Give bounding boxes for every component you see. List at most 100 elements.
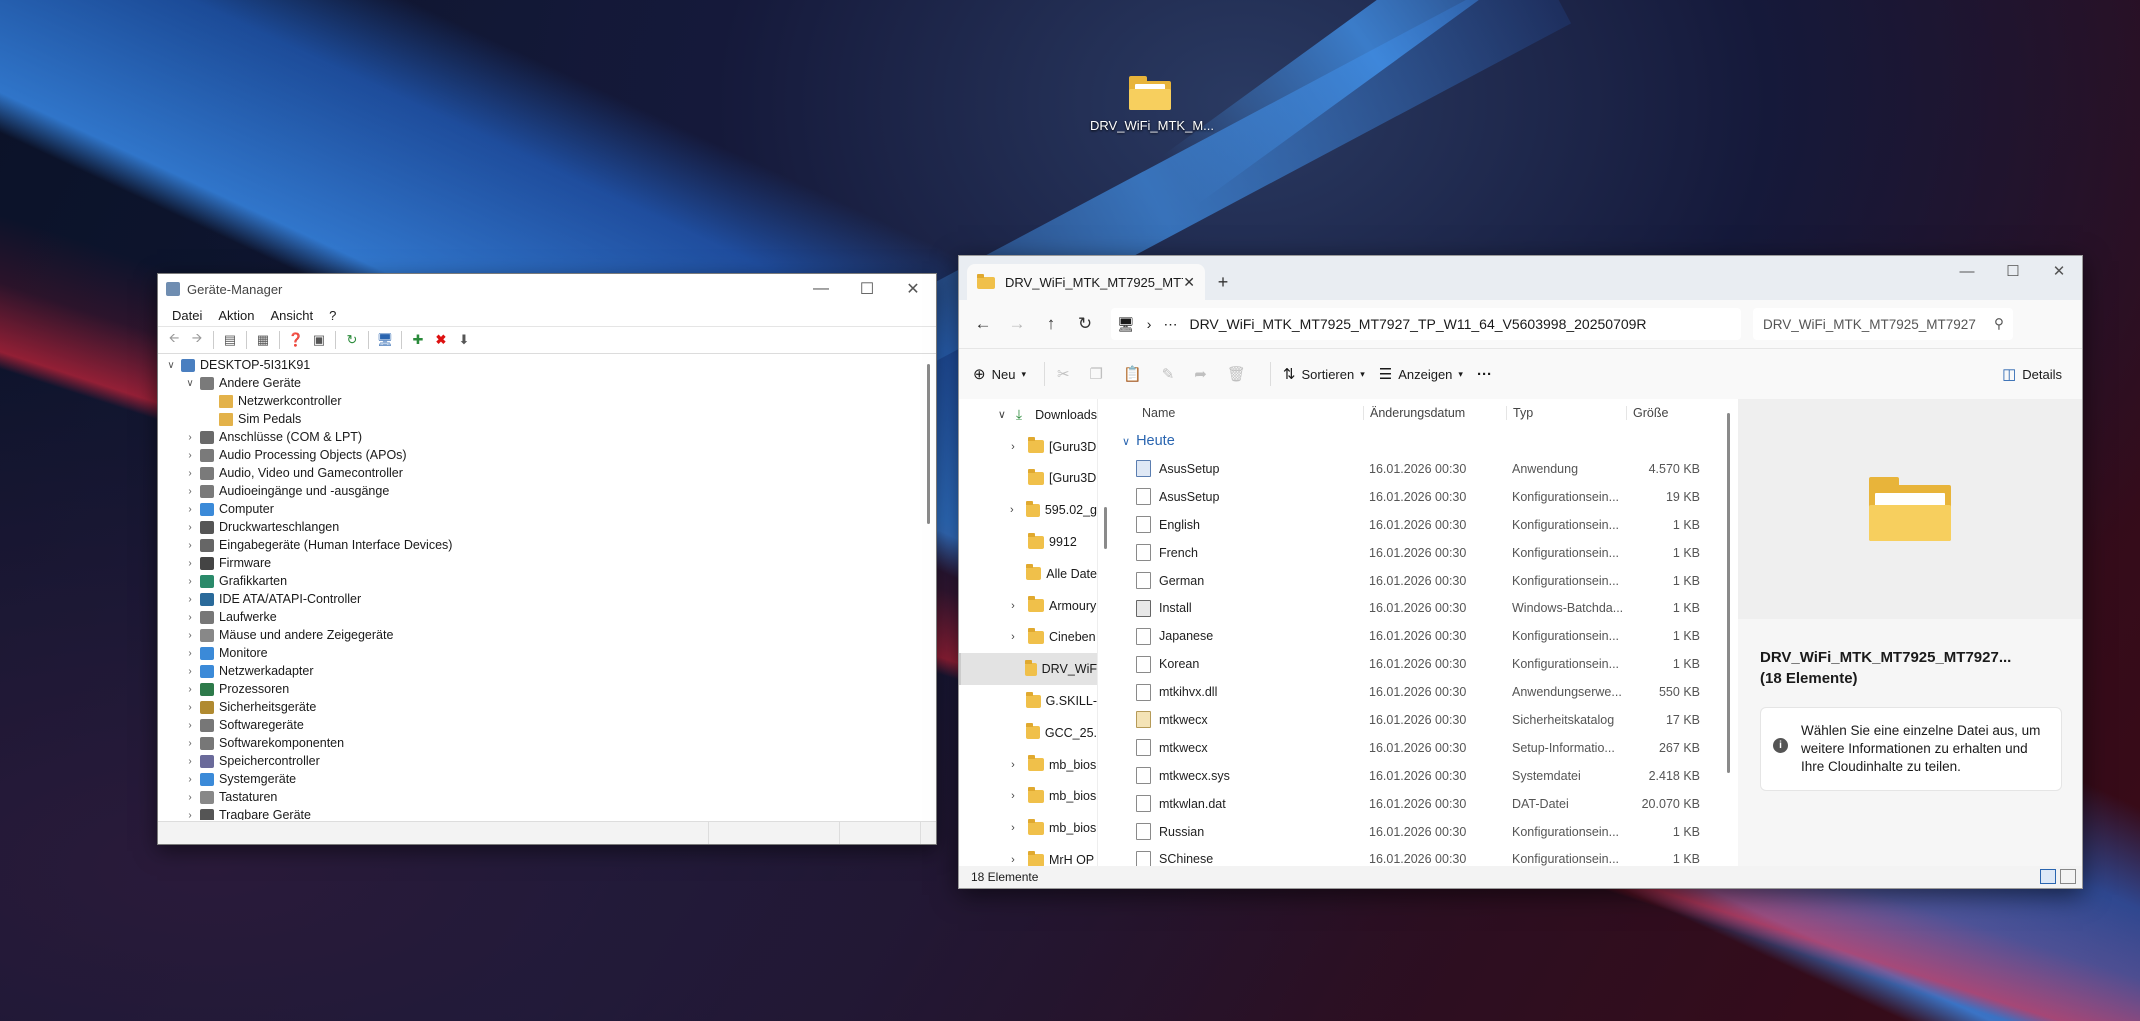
chevron-right-icon[interactable]: › xyxy=(183,594,197,605)
file-list-scrollbar[interactable] xyxy=(1727,413,1730,773)
chevron-right-icon[interactable]: › xyxy=(183,648,197,659)
chevron-right-icon[interactable]: › xyxy=(1003,854,1023,866)
delete-icon[interactable]: 🗑 xyxy=(1227,365,1252,383)
nav-item[interactable]: ∨ ⤓ Downloads xyxy=(959,399,1097,431)
share-icon[interactable]: ➦ xyxy=(1194,365,1213,383)
menu-ansicht[interactable]: Ansicht xyxy=(263,308,322,323)
device-tree-item[interactable]: › Eingabegeräte (Human Interface Devices) xyxy=(158,536,936,554)
chevron-right-icon[interactable]: › xyxy=(1003,600,1023,612)
chevron-down-icon[interactable]: ∨ xyxy=(183,378,197,389)
device-tree-item[interactable]: › Sicherheitsgeräte xyxy=(158,698,936,716)
file-row[interactable]: German 16.01.2026 00:30 Konfigurationsein.… xyxy=(1116,567,1726,595)
chevron-right-icon[interactable]: › xyxy=(183,576,197,587)
file-row[interactable]: mtkwlan.dat 16.01.2026 00:30 DAT-Datei 20.0… xyxy=(1116,790,1726,818)
list-view-icon[interactable]: ▦ xyxy=(253,330,273,350)
details-button[interactable]: ◫ Details xyxy=(2002,365,2062,383)
file-row[interactable]: mtkwecx 16.01.2026 00:30 Sicherheitskatalo… xyxy=(1116,706,1726,734)
device-tree-item[interactable]: › Softwaregeräte xyxy=(158,716,936,734)
tiles-view-icon[interactable] xyxy=(2060,869,2076,884)
menu-aktion[interactable]: Aktion xyxy=(210,308,262,323)
forward-arrow-icon[interactable]: → xyxy=(1001,308,1033,340)
nav-item[interactable]: › mb_bios xyxy=(959,749,1097,781)
file-row[interactable]: Korean 16.01.2026 00:30 Konfigurationsein.… xyxy=(1116,650,1726,678)
chevron-right-icon[interactable]: › xyxy=(1003,790,1023,802)
new-tab-button[interactable]: + xyxy=(1205,264,1241,300)
chevron-right-icon[interactable]: › xyxy=(183,486,197,497)
maximize-button[interactable]: ☐ xyxy=(844,274,890,304)
file-row[interactable]: mtkihvx.dll 16.01.2026 00:30 Anwendungserw… xyxy=(1116,678,1726,706)
breadcrumb-more-icon[interactable]: ⋯ xyxy=(1157,316,1183,333)
chevron-right-icon[interactable]: › xyxy=(183,756,197,767)
file-row[interactable]: mtkwecx 16.01.2026 00:30 Setup-Informatio.… xyxy=(1116,734,1726,762)
sort-button[interactable]: ⇅ Sortieren ▾ xyxy=(1283,365,1365,383)
nav-item[interactable]: › [Guru3D xyxy=(959,431,1097,463)
column-type[interactable]: Typ xyxy=(1506,406,1626,420)
download-circle-icon[interactable]: ⬇ xyxy=(454,330,474,350)
nav-item[interactable]: Alle Date xyxy=(959,558,1097,590)
back-arrow-icon[interactable]: 🡨 xyxy=(164,330,184,350)
device-tree-item[interactable]: › Prozessoren xyxy=(158,680,936,698)
nav-item[interactable]: › MrH OP xyxy=(959,844,1097,866)
chevron-right-icon[interactable]: › xyxy=(1003,441,1023,453)
minimize-button[interactable]: — xyxy=(1944,256,1990,286)
chevron-right-icon[interactable]: › xyxy=(1003,759,1023,771)
menu-help[interactable]: ? xyxy=(321,308,344,323)
device-tree-item[interactable]: › Tastaturen xyxy=(158,788,936,806)
device-tree-item[interactable]: ∨ DESKTOP-5I31K91 xyxy=(158,356,936,374)
device-tree-item[interactable]: › Druckwarteschlangen xyxy=(158,518,936,536)
dm-titlebar[interactable]: Geräte-Manager — ☐ ✕ xyxy=(158,274,936,304)
help-icon[interactable]: ❓ xyxy=(286,330,306,350)
nav-item[interactable]: › mb_bios xyxy=(959,781,1097,813)
device-tree-item[interactable]: ∨ Andere Geräte xyxy=(158,374,936,392)
device-tree-item[interactable]: › Computer xyxy=(158,500,936,518)
group-header[interactable]: ∨ Heute xyxy=(1116,427,1726,455)
uninstall-icon[interactable]: ✖ xyxy=(431,330,451,350)
forward-arrow-icon[interactable]: 🡪 xyxy=(187,330,207,350)
rename-icon[interactable]: ✎ xyxy=(1162,365,1181,383)
device-tree-item[interactable]: › Tragbare Geräte xyxy=(158,806,936,820)
device-tree-item[interactable]: › Laufwerke xyxy=(158,608,936,626)
column-date[interactable]: Änderungsdatum xyxy=(1363,406,1506,420)
dm-scrollbar[interactable] xyxy=(927,364,930,524)
chevron-right-icon[interactable]: › xyxy=(183,432,197,443)
device-tree-item[interactable]: › IDE ATA/ATAPI-Controller xyxy=(158,590,936,608)
chevron-right-icon[interactable]: › xyxy=(183,702,197,713)
nav-item[interactable]: G.SKILL- xyxy=(959,685,1097,717)
chevron-right-icon[interactable]: › xyxy=(183,468,197,479)
chevron-right-icon[interactable]: › xyxy=(183,774,197,785)
chevron-right-icon[interactable]: › xyxy=(183,612,197,623)
search-input[interactable]: DRV_WiFi_MTK_MT7925_MT7927 ⚲ xyxy=(1753,308,2013,340)
nav-item[interactable]: › 595.02_g xyxy=(959,494,1097,526)
file-row[interactable]: Russian 16.01.2026 00:30 Konfigurationsein… xyxy=(1116,818,1726,846)
nav-item[interactable]: › Cineben xyxy=(959,622,1097,654)
close-tab-icon[interactable]: ✕ xyxy=(1183,274,1195,291)
nav-item[interactable]: › mb_bios xyxy=(959,812,1097,844)
device-tree-item[interactable]: › Speichercontroller xyxy=(158,752,936,770)
device-tree-item[interactable]: › Systemgeräte xyxy=(158,770,936,788)
nav-scrollbar[interactable] xyxy=(1104,507,1107,549)
more-options-button[interactable]: ··· xyxy=(1477,366,1492,383)
close-button[interactable]: ✕ xyxy=(2036,256,2082,286)
chevron-right-icon[interactable]: › xyxy=(1003,504,1021,516)
column-name[interactable]: Name xyxy=(1116,406,1363,420)
device-tree-item[interactable]: › Mäuse und andere Zeigegeräte xyxy=(158,626,936,644)
minimize-button[interactable]: — xyxy=(798,274,844,304)
properties-icon[interactable]: ▤ xyxy=(220,330,240,350)
file-row[interactable]: French 16.01.2026 00:30 Konfigurationsein.… xyxy=(1116,539,1726,567)
nav-item[interactable]: [Guru3D xyxy=(959,463,1097,495)
up-arrow-icon[interactable]: ↑ xyxy=(1035,308,1067,340)
explorer-tab[interactable]: DRV_WiFi_MTK_MT7925_MT7 ✕ xyxy=(967,264,1205,300)
paste-icon[interactable]: 📋 xyxy=(1123,365,1148,383)
chevron-right-icon[interactable]: › xyxy=(1003,631,1023,643)
device-tree-item[interactable]: › Softwarekomponenten xyxy=(158,734,936,752)
nav-item[interactable]: DRV_WiF xyxy=(959,653,1097,686)
column-size[interactable]: Größe xyxy=(1626,406,1708,420)
file-row[interactable]: SChinese 16.01.2026 00:30 Konfigurationsei… xyxy=(1116,845,1726,866)
device-tree-item[interactable]: › Netzwerkadapter xyxy=(158,662,936,680)
back-arrow-icon[interactable]: ← xyxy=(967,308,999,340)
cut-icon[interactable]: ✂ xyxy=(1057,365,1076,383)
chevron-right-icon[interactable]: › xyxy=(183,630,197,641)
chevron-right-icon[interactable]: › xyxy=(183,810,197,821)
chevron-right-icon[interactable]: › xyxy=(183,540,197,551)
device-tree-item[interactable]: Sim Pedals xyxy=(158,410,936,428)
